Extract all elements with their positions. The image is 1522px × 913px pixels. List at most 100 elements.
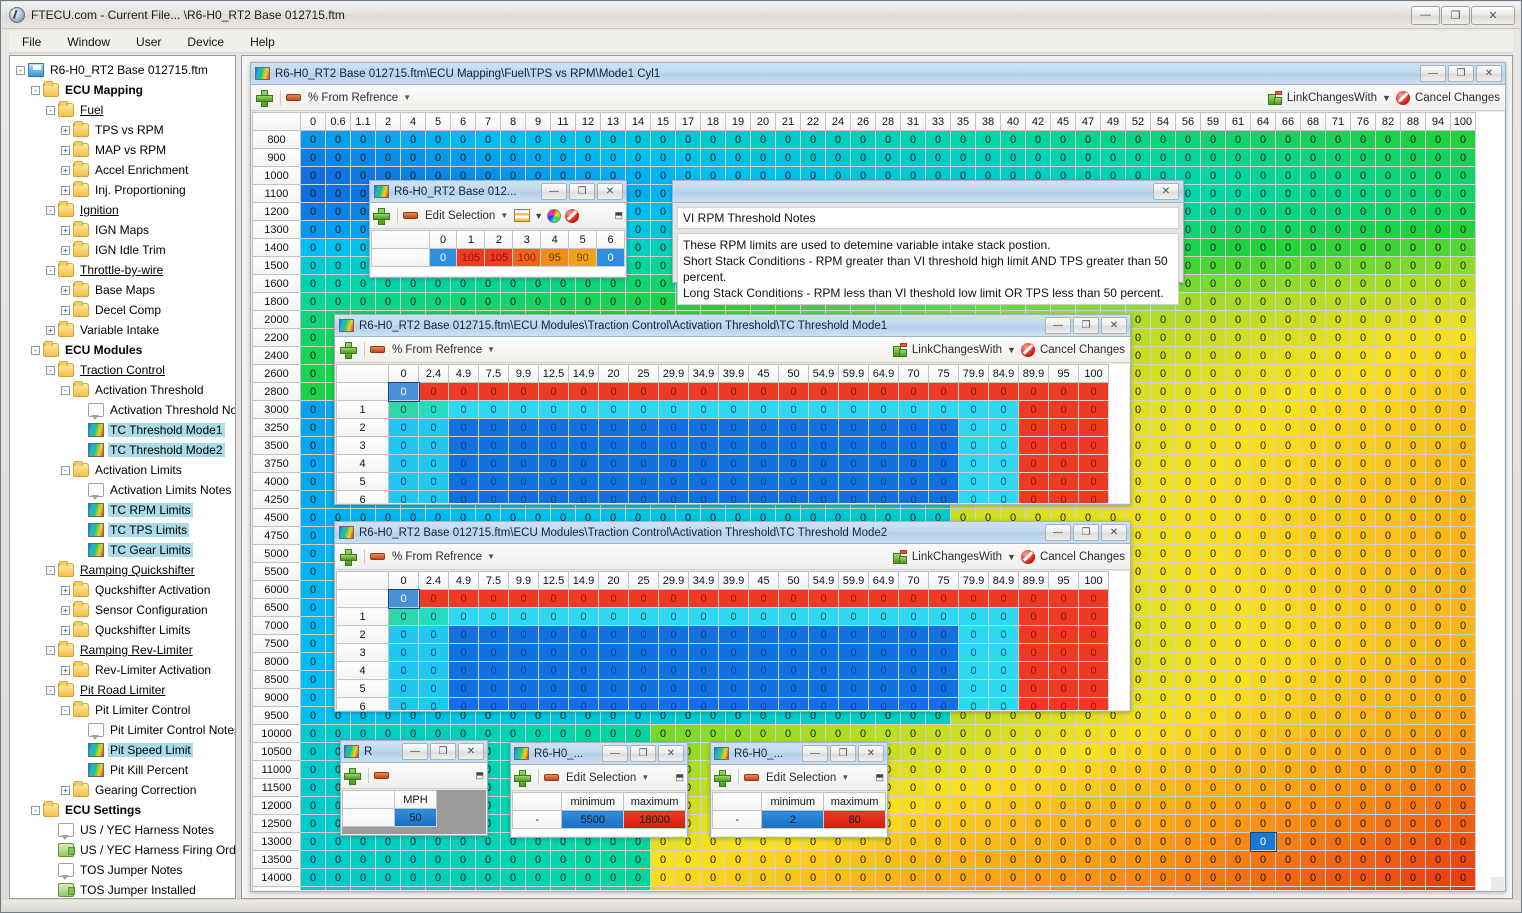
row-header[interactable]: - (512, 810, 563, 829)
grid-cell[interactable]: 0 (1200, 868, 1226, 887)
grid-cell[interactable]: 0 (575, 292, 601, 311)
grid-cell[interactable]: 0 (658, 589, 689, 608)
grid-cell[interactable]: 0 (1375, 544, 1401, 563)
grid-cell[interactable]: 0 (1078, 661, 1109, 680)
grid-cell[interactable]: 0 (1400, 364, 1426, 383)
grid-cell[interactable]: 0 (808, 697, 839, 710)
column-header[interactable]: 9 (525, 112, 551, 131)
grid-cell[interactable]: 0 (550, 724, 576, 743)
grid-cell[interactable]: 0 (1300, 598, 1326, 617)
grid-cell[interactable]: 0 (1225, 490, 1251, 509)
grid-cell[interactable]: 0 (1275, 130, 1301, 149)
column-header[interactable]: 24 (825, 112, 851, 131)
grid-cell[interactable]: 0 (1018, 490, 1049, 503)
grid-cell[interactable]: 0 (1048, 697, 1079, 710)
grid-cell[interactable]: 0 (1200, 796, 1226, 815)
grid-cell[interactable]: 0 (600, 850, 626, 869)
grid-cell[interactable]: 0 (1275, 292, 1301, 311)
row-header[interactable] (342, 808, 395, 827)
grid-cell[interactable]: 0 (418, 436, 449, 455)
expand-icon[interactable]: + (61, 585, 70, 595)
grid-cell[interactable]: 0 (718, 643, 749, 662)
tree-item-fuel[interactable]: - Fuel (10, 100, 235, 120)
column-header[interactable]: 28 (875, 112, 901, 131)
grid-cell[interactable]: 0 (1275, 472, 1301, 491)
grid-cell[interactable]: 0 (1175, 472, 1201, 491)
grid-cell[interactable]: 0 (1250, 418, 1276, 437)
grid-cell[interactable]: 0 (1225, 886, 1251, 890)
column-header[interactable]: 66 (1275, 112, 1301, 131)
grid-cell[interactable]: 0 (1450, 544, 1476, 563)
column-header[interactable]: 6 (450, 112, 476, 131)
collapse-icon[interactable]: - (46, 685, 55, 695)
grid-cell[interactable]: 0 (1078, 490, 1109, 503)
grid-cell[interactable]: 0 (478, 400, 509, 419)
column-header[interactable]: 2.4 (418, 571, 449, 590)
grid-cell[interactable]: 0 (658, 418, 689, 437)
grid-cell[interactable]: 0 (325, 166, 351, 185)
grid-cell[interactable]: 0 (925, 886, 951, 890)
grid-cell[interactable]: 0 (778, 589, 809, 608)
rpm-limits-grid-wrapper[interactable]: minimum maximum -5500 18000 (512, 792, 686, 836)
grid-cell[interactable]: 0 (868, 454, 899, 473)
grid-cell[interactable]: 0 (300, 616, 326, 635)
grid-cell[interactable]: 0 (1275, 166, 1301, 185)
grid-cell[interactable]: 0 (925, 148, 951, 167)
column-header[interactable]: 20 (598, 364, 629, 383)
grid-cell[interactable]: 0 (1375, 760, 1401, 779)
grid-cell[interactable]: 0 (1175, 796, 1201, 815)
grid-cell[interactable]: 0 (448, 643, 479, 662)
grid-cell[interactable]: 0 (658, 697, 689, 710)
grid-cell[interactable]: 0 (1000, 724, 1026, 743)
grid-cell[interactable]: 0 (1375, 472, 1401, 491)
grid-cell[interactable]: 0 (1050, 868, 1076, 887)
grid-cell[interactable]: 0 (375, 868, 401, 887)
grid-cell[interactable]: 0 (688, 607, 719, 626)
grid-cell[interactable]: 0 (1225, 328, 1251, 347)
grid-cell[interactable]: 0 (598, 625, 629, 644)
row-header[interactable]: 1000 (252, 166, 301, 185)
grid-cell[interactable]: 0 (1175, 130, 1201, 149)
column-header[interactable]: 89.9 (1018, 364, 1049, 383)
row-header[interactable]: 4750 (252, 526, 301, 545)
grid-cell[interactable]: 0 (325, 148, 351, 167)
row-header[interactable]: 9000 (252, 688, 301, 707)
grid-cell[interactable]: 0 (628, 679, 659, 698)
grid-cell[interactable]: 0 (1400, 130, 1426, 149)
grid-cell[interactable]: 0 (375, 148, 401, 167)
grid-cell[interactable]: 0 (1150, 544, 1176, 563)
grid-cell[interactable]: 0 (1275, 580, 1301, 599)
grid-cell[interactable]: 0 (928, 400, 959, 419)
gear-edit-selection-label[interactable]: Edit Selection (425, 210, 495, 222)
grid-cell[interactable]: 0 (1400, 868, 1426, 887)
column-header[interactable]: 7.5 (478, 571, 509, 590)
grid-cell[interactable]: 0 (718, 382, 749, 401)
column-header[interactable]: 56 (1175, 112, 1201, 131)
grid-cell[interactable]: 0 (1200, 742, 1226, 761)
grid-cell[interactable]: 0 (1400, 688, 1426, 707)
column-header[interactable]: 39.9 (718, 364, 749, 383)
grid-cell[interactable]: 0 (778, 436, 809, 455)
grid-cell[interactable]: 0 (975, 130, 1001, 149)
grid-cell[interactable]: 0 (975, 742, 1001, 761)
grid-cell[interactable]: 0 (1200, 346, 1226, 365)
grid-cell[interactable]: 0 (700, 148, 726, 167)
rpm-limits-close-button[interactable]: ✕ (658, 745, 684, 762)
grid-cell[interactable]: 0 (875, 130, 901, 149)
grid-cell[interactable]: 0 (1300, 760, 1326, 779)
row-header[interactable]: 1500 (252, 256, 301, 275)
grid-cell[interactable]: 0 (1175, 346, 1201, 365)
expand-icon[interactable]: + (61, 605, 70, 615)
grid-cell[interactable]: 0 (300, 400, 326, 419)
grid-cell[interactable]: 0 (958, 661, 989, 680)
grid-cell[interactable]: 0 (1200, 886, 1226, 890)
remove-icon[interactable] (286, 94, 301, 101)
column-header[interactable]: 0 (428, 230, 458, 249)
expand-icon[interactable]: + (46, 325, 55, 335)
grid-cell[interactable]: 0 (898, 418, 929, 437)
grid-cell[interactable]: 0 (808, 382, 839, 401)
rpm-limits-minimize-button[interactable]: — (602, 745, 628, 762)
cancel-changes-icon[interactable] (565, 208, 580, 223)
grid-cell[interactable]: 0 (1325, 490, 1351, 509)
grid-cell[interactable]: 0 (850, 850, 876, 869)
